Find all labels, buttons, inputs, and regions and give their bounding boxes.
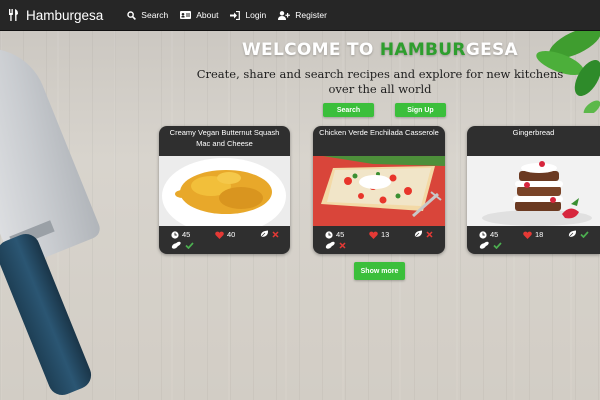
vegan-status <box>260 230 282 238</box>
check-icon <box>580 230 589 238</box>
recipe-card[interactable]: Gingerbread 45 18 <box>467 126 600 254</box>
herb-leaves-decoration <box>536 27 600 113</box>
vegan-status <box>414 230 436 238</box>
recipe-image[interactable] <box>159 156 290 226</box>
nav-register[interactable]: Register <box>278 10 327 20</box>
heart-icon <box>523 231 532 239</box>
id-card-icon <box>180 11 192 19</box>
heart-icon <box>215 231 224 239</box>
like-count[interactable]: 40 <box>215 230 235 239</box>
recipe-footer: 45 18 <box>467 226 600 254</box>
like-count-value: 18 <box>535 230 544 239</box>
user-plus-icon <box>278 10 291 20</box>
recipe-title[interactable]: Gingerbread <box>467 126 600 156</box>
cook-time-value: 45 <box>490 230 499 239</box>
recipe-title[interactable]: Chicken Verde Enchilada Casserole <box>313 126 445 156</box>
leaf-icon <box>260 230 269 238</box>
like-count[interactable]: 18 <box>523 230 543 239</box>
like-count-value: 13 <box>381 230 390 239</box>
cross-icon <box>426 230 433 238</box>
utensils-icon <box>8 9 19 21</box>
cook-time-value: 45 <box>182 230 191 239</box>
gluten-status <box>325 241 349 250</box>
nav-register-label: Register <box>295 10 327 20</box>
recipe-image[interactable] <box>467 156 600 226</box>
hero-title-part2: GESA <box>465 40 518 60</box>
clock-icon <box>479 230 487 239</box>
nav-login-label: Login <box>245 10 267 20</box>
hero-title-part1: WELCOME TO <box>242 40 380 60</box>
recipe-footer: 45 40 <box>159 226 290 254</box>
wheat-icon <box>479 241 490 250</box>
clock-icon <box>171 230 179 239</box>
hero-title-highlight: HAMBUR <box>379 40 466 60</box>
recipe-card[interactable]: Chicken Verde Enchilada Casserole 45 13 <box>313 126 445 254</box>
search-icon <box>127 10 137 20</box>
cross-icon <box>272 230 279 238</box>
like-count-value: 40 <box>227 230 236 239</box>
cross-icon <box>339 242 346 249</box>
recipe-title[interactable]: Creamy Vegan Butternut Squash Mac and Ch… <box>159 126 290 156</box>
clock-icon <box>325 230 333 239</box>
cook-time: 45 <box>171 230 190 239</box>
nav-login[interactable]: Login <box>230 10 266 20</box>
nav-about-label: About <box>196 10 219 20</box>
hero-subtitle: Create, share and search recipes and exp… <box>196 67 564 96</box>
check-icon <box>185 242 194 249</box>
brand-link[interactable]: Hamburgesa <box>8 8 103 23</box>
navbar: Hamburgesa Search About Login Register <box>0 0 600 31</box>
cook-time: 45 <box>325 230 344 239</box>
heart-icon <box>369 231 378 239</box>
recipe-card[interactable]: Creamy Vegan Butternut Squash Mac and Ch… <box>159 126 290 254</box>
nav-search-label: Search <box>141 10 169 20</box>
nav-about[interactable]: About <box>180 10 218 20</box>
cook-time-value: 45 <box>336 230 345 239</box>
recipe-footer: 45 13 <box>313 226 445 254</box>
gluten-status <box>171 241 197 250</box>
wheat-icon <box>171 241 182 250</box>
brand-name: Hamburgesa <box>26 7 104 23</box>
show-more-button[interactable]: Show more <box>354 262 405 280</box>
sign-in-icon <box>230 10 241 20</box>
gluten-status <box>479 241 505 250</box>
hero-title: WELCOME TO HAMBURGESA <box>0 40 600 60</box>
cook-time: 45 <box>479 230 498 239</box>
vegan-status <box>568 230 592 238</box>
leaf-icon <box>414 230 423 238</box>
check-icon <box>493 242 502 249</box>
recipe-image[interactable] <box>313 156 445 226</box>
hero-signup-button[interactable]: Sign Up <box>395 103 446 117</box>
nav-search[interactable]: Search <box>127 10 168 20</box>
like-count[interactable]: 13 <box>369 230 389 239</box>
leaf-icon <box>568 230 577 238</box>
wheat-icon <box>325 241 336 250</box>
hero-search-button[interactable]: Search <box>323 103 374 117</box>
